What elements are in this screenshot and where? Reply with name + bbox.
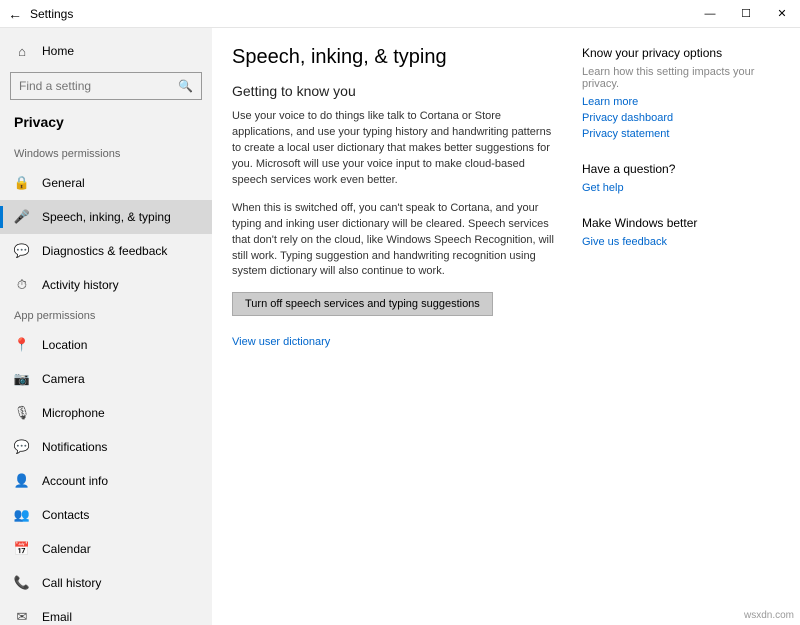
sidebar-item-account-info[interactable]: 👤 Account info <box>0 464 212 498</box>
sidebar-item-call-history[interactable]: 📞 Call history <box>0 566 212 600</box>
sidebar-item-label: Email <box>42 610 72 624</box>
sidebar-item-label: Speech, inking, & typing <box>42 210 171 224</box>
sidebar-item-label: Camera <box>42 372 85 386</box>
search-box[interactable]: 🔍 <box>10 72 202 100</box>
window-title: Settings <box>30 7 692 21</box>
sidebar-item-diagnostics-feedback[interactable]: 💬 Diagnostics & feedback <box>0 234 212 268</box>
search-icon[interactable]: 🔍 <box>178 79 193 93</box>
sidebar-item-activity-history[interactable]: ⏱ Activity history <box>0 268 212 302</box>
search-input[interactable] <box>19 79 178 93</box>
sidebar-item-notifications[interactable]: 💬 Notifications <box>0 430 212 464</box>
microphone-icon: 🎙 <box>14 405 30 421</box>
sidebar-item-contacts[interactable]: 👥 Contacts <box>0 498 212 532</box>
maximize-button[interactable]: ☐ <box>728 0 764 28</box>
call-icon: 📞 <box>14 575 30 591</box>
sidebar-item-speech-inking-typing[interactable]: 🎤 Speech, inking, & typing <box>0 200 212 234</box>
camera-icon: 📷 <box>14 371 30 387</box>
watermark: wsxdn.com <box>744 610 794 621</box>
privacy-options-title: Know your privacy options <box>582 46 762 60</box>
account-icon: 👤 <box>14 473 30 489</box>
location-icon: 📍 <box>14 337 30 353</box>
sidebar-item-label: Diagnostics & feedback <box>42 244 167 258</box>
make-better-title: Make Windows better <box>582 216 762 230</box>
page-subtitle: Getting to know you <box>232 83 562 99</box>
email-icon: ✉ <box>14 609 30 625</box>
privacy-dashboard-link[interactable]: Privacy dashboard <box>582 112 762 124</box>
content-area: Speech, inking, & typing Getting to know… <box>212 28 800 625</box>
sidebar-item-camera[interactable]: 📷 Camera <box>0 362 212 396</box>
sidebar-item-label: Location <box>42 338 87 352</box>
group-app-permissions: App permissions <box>0 302 212 328</box>
description-2: When this is switched off, you can't spe… <box>232 201 562 281</box>
home-icon: ⌂ <box>14 44 30 59</box>
sidebar-item-calendar[interactable]: 📅 Calendar <box>0 532 212 566</box>
section-title: Privacy <box>0 110 212 140</box>
minimize-button[interactable]: — <box>692 0 728 28</box>
sidebar-item-label: Call history <box>42 576 101 590</box>
close-button[interactable]: ✕ <box>764 0 800 28</box>
page-title: Speech, inking, & typing <box>232 46 562 69</box>
notifications-icon: 💬 <box>14 439 30 455</box>
sidebar-item-general[interactable]: 🔒 General <box>0 166 212 200</box>
history-icon: ⏱ <box>14 277 30 293</box>
feedback-link[interactable]: Give us feedback <box>582 236 762 248</box>
contacts-icon: 👥 <box>14 507 30 523</box>
sidebar-item-label: Microphone <box>42 406 105 420</box>
question-title: Have a question? <box>582 162 762 176</box>
sidebar-item-location[interactable]: 📍 Location <box>0 328 212 362</box>
view-dictionary-link[interactable]: View user dictionary <box>232 336 562 348</box>
turn-off-button[interactable]: Turn off speech services and typing sugg… <box>232 292 493 316</box>
calendar-icon: 📅 <box>14 541 30 557</box>
sidebar-item-microphone[interactable]: 🎙 Microphone <box>0 396 212 430</box>
description-1: Use your voice to do things like talk to… <box>232 109 562 189</box>
privacy-statement-link[interactable]: Privacy statement <box>582 128 762 140</box>
lock-icon: 🔒 <box>14 175 30 191</box>
sidebar-item-label: Calendar <box>42 542 91 556</box>
get-help-link[interactable]: Get help <box>582 182 762 194</box>
sidebar-item-label: Account info <box>42 474 108 488</box>
home-label: Home <box>42 44 74 58</box>
sidebar-item-label: General <box>42 176 85 190</box>
mic-icon: 🎤 <box>14 209 30 225</box>
learn-more-link[interactable]: Learn more <box>582 96 762 108</box>
sidebar: ⌂ Home 🔍 Privacy Windows permissions 🔒 G… <box>0 28 212 625</box>
sidebar-item-label: Activity history <box>42 278 119 292</box>
privacy-options-desc: Learn how this setting impacts your priv… <box>582 66 762 90</box>
home-button[interactable]: ⌂ Home <box>0 34 212 68</box>
sidebar-item-label: Notifications <box>42 440 107 454</box>
feedback-icon: 💬 <box>14 243 30 259</box>
title-bar: ← Settings — ☐ ✕ <box>0 0 800 28</box>
sidebar-item-label: Contacts <box>42 508 89 522</box>
group-windows-permissions: Windows permissions <box>0 140 212 166</box>
sidebar-item-email[interactable]: ✉ Email <box>0 600 212 625</box>
back-button[interactable]: ← <box>0 6 30 22</box>
